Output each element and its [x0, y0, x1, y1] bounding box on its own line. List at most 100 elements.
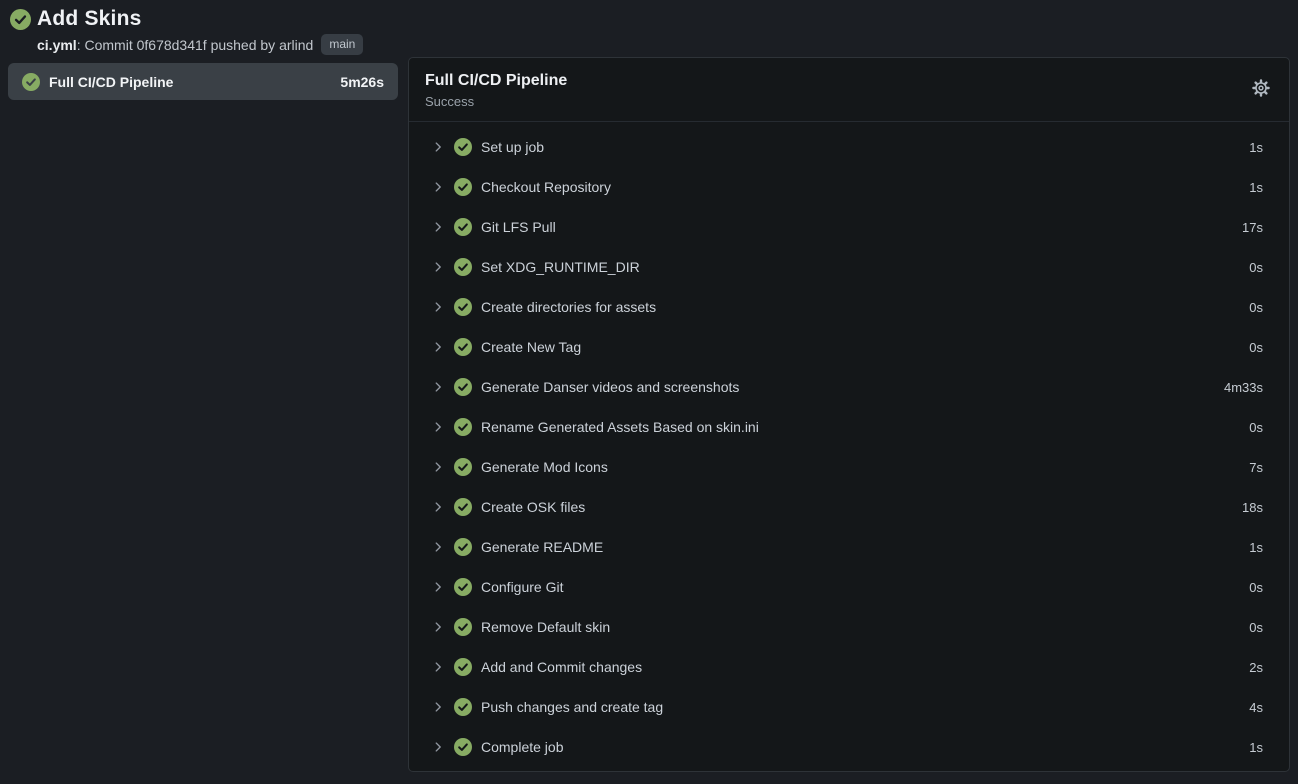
step-duration: 1s — [1249, 140, 1263, 155]
job-detail-header: Full CI/CD Pipeline Success — [409, 58, 1289, 122]
check-circle-icon — [454, 338, 472, 356]
check-circle-icon — [454, 258, 472, 276]
step-row[interactable]: Create directories for assets 0s — [409, 287, 1289, 327]
step-name: Git LFS Pull — [481, 219, 556, 235]
step-name: Set up job — [481, 139, 544, 155]
step-name: Push changes and create tag — [481, 699, 663, 715]
chevron-right-icon[interactable] — [431, 300, 445, 314]
run-title: Add Skins — [37, 7, 141, 31]
step-name: Create directories for assets — [481, 299, 656, 315]
step-row[interactable]: Remove Default skin 0s — [409, 607, 1289, 647]
step-duration: 7s — [1249, 460, 1263, 475]
step-row[interactable]: Checkout Repository 1s — [409, 167, 1289, 207]
run-header: Add Skins ci.yml: Commit 0f678d341f push… — [10, 7, 363, 55]
check-circle-icon — [22, 73, 40, 91]
author-link[interactable]: arlind — [279, 37, 313, 53]
step-name: Set XDG_RUNTIME_DIR — [481, 259, 640, 275]
check-circle-icon — [454, 738, 472, 756]
step-name: Create OSK files — [481, 499, 585, 515]
chevron-right-icon[interactable] — [431, 340, 445, 354]
step-duration: 4m33s — [1224, 380, 1263, 395]
sidebar-job-item-full-cicd-pipeline[interactable]: Full CI/CD Pipeline 5m26s — [8, 63, 398, 100]
chevron-right-icon[interactable] — [431, 660, 445, 674]
check-circle-icon — [454, 698, 472, 716]
step-row[interactable]: Set XDG_RUNTIME_DIR 0s — [409, 247, 1289, 287]
check-circle-icon — [454, 578, 472, 596]
chevron-right-icon[interactable] — [431, 540, 445, 554]
step-duration: 1s — [1249, 740, 1263, 755]
step-name: Generate Mod Icons — [481, 459, 608, 475]
step-row[interactable]: Generate Danser videos and screenshots 4… — [409, 367, 1289, 407]
step-name: Rename Generated Assets Based on skin.in… — [481, 419, 759, 435]
chevron-right-icon[interactable] — [431, 460, 445, 474]
step-row[interactable]: Generate Mod Icons 7s — [409, 447, 1289, 487]
step-row[interactable]: Set up job 1s — [409, 127, 1289, 167]
step-duration: 17s — [1242, 220, 1263, 235]
commit-label: Commit — [84, 37, 136, 53]
step-name: Remove Default skin — [481, 619, 610, 635]
settings-button[interactable] — [1252, 79, 1270, 97]
check-circle-icon — [454, 418, 472, 436]
chevron-right-icon[interactable] — [431, 260, 445, 274]
step-duration: 1s — [1249, 540, 1263, 555]
step-row[interactable]: Complete job 1s — [409, 727, 1289, 767]
step-duration: 0s — [1249, 300, 1263, 315]
job-name: Full CI/CD Pipeline — [49, 74, 173, 90]
step-duration: 0s — [1249, 340, 1263, 355]
check-circle-icon — [454, 658, 472, 676]
commit-sha-link[interactable]: 0f678d341f — [137, 37, 207, 53]
gear-icon — [1252, 79, 1270, 97]
branch-badge[interactable]: main — [321, 34, 363, 55]
step-duration: 0s — [1249, 420, 1263, 435]
step-name: Checkout Repository — [481, 179, 611, 195]
chevron-right-icon[interactable] — [431, 380, 445, 394]
check-circle-icon — [10, 9, 31, 30]
step-name: Configure Git — [481, 579, 563, 595]
step-name: Add and Commit changes — [481, 659, 642, 675]
chevron-right-icon[interactable] — [431, 500, 445, 514]
pushed-by-text: pushed by — [207, 37, 279, 53]
chevron-right-icon[interactable] — [431, 700, 445, 714]
step-duration: 4s — [1249, 700, 1263, 715]
check-circle-icon — [454, 218, 472, 236]
workflow-run-page: { "colors": { "success_green": "#87ab63"… — [0, 0, 1298, 784]
job-title: Full CI/CD Pipeline — [425, 70, 1273, 92]
job-status-text: Success — [425, 93, 1273, 111]
check-circle-icon — [454, 378, 472, 396]
check-circle-icon — [454, 618, 472, 636]
step-row[interactable]: Push changes and create tag 4s — [409, 687, 1289, 727]
step-duration: 1s — [1249, 180, 1263, 195]
step-duration: 0s — [1249, 260, 1263, 275]
check-circle-icon — [454, 178, 472, 196]
step-duration: 18s — [1242, 500, 1263, 515]
chevron-right-icon[interactable] — [431, 180, 445, 194]
step-row[interactable]: Add and Commit changes 2s — [409, 647, 1289, 687]
steps-list: Set up job 1s Checkout Repository 1s — [409, 122, 1289, 772]
step-row[interactable]: Rename Generated Assets Based on skin.in… — [409, 407, 1289, 447]
step-row[interactable]: Configure Git 0s — [409, 567, 1289, 607]
chevron-right-icon[interactable] — [431, 580, 445, 594]
check-circle-icon — [454, 498, 472, 516]
step-row[interactable]: Create New Tag 0s — [409, 327, 1289, 367]
step-row[interactable]: Git LFS Pull 17s — [409, 207, 1289, 247]
chevron-right-icon[interactable] — [431, 620, 445, 634]
step-name: Create New Tag — [481, 339, 581, 355]
check-circle-icon — [454, 458, 472, 476]
check-circle-icon — [454, 538, 472, 556]
chevron-right-icon[interactable] — [431, 740, 445, 754]
workflow-file-link[interactable]: ci.yml — [37, 37, 77, 53]
job-detail-panel: Full CI/CD Pipeline Success — [408, 57, 1290, 772]
chevron-right-icon[interactable] — [431, 140, 445, 154]
chevron-right-icon[interactable] — [431, 420, 445, 434]
step-name: Complete job — [481, 739, 564, 755]
step-name: Generate Danser videos and screenshots — [481, 379, 739, 395]
check-circle-icon — [454, 138, 472, 156]
step-row[interactable]: Generate README 1s — [409, 527, 1289, 567]
step-duration: 0s — [1249, 580, 1263, 595]
chevron-right-icon[interactable] — [431, 220, 445, 234]
step-duration: 0s — [1249, 620, 1263, 635]
job-duration: 5m26s — [340, 74, 384, 90]
step-duration: 2s — [1249, 660, 1263, 675]
step-row[interactable]: Create OSK files 18s — [409, 487, 1289, 527]
check-circle-icon — [454, 298, 472, 316]
